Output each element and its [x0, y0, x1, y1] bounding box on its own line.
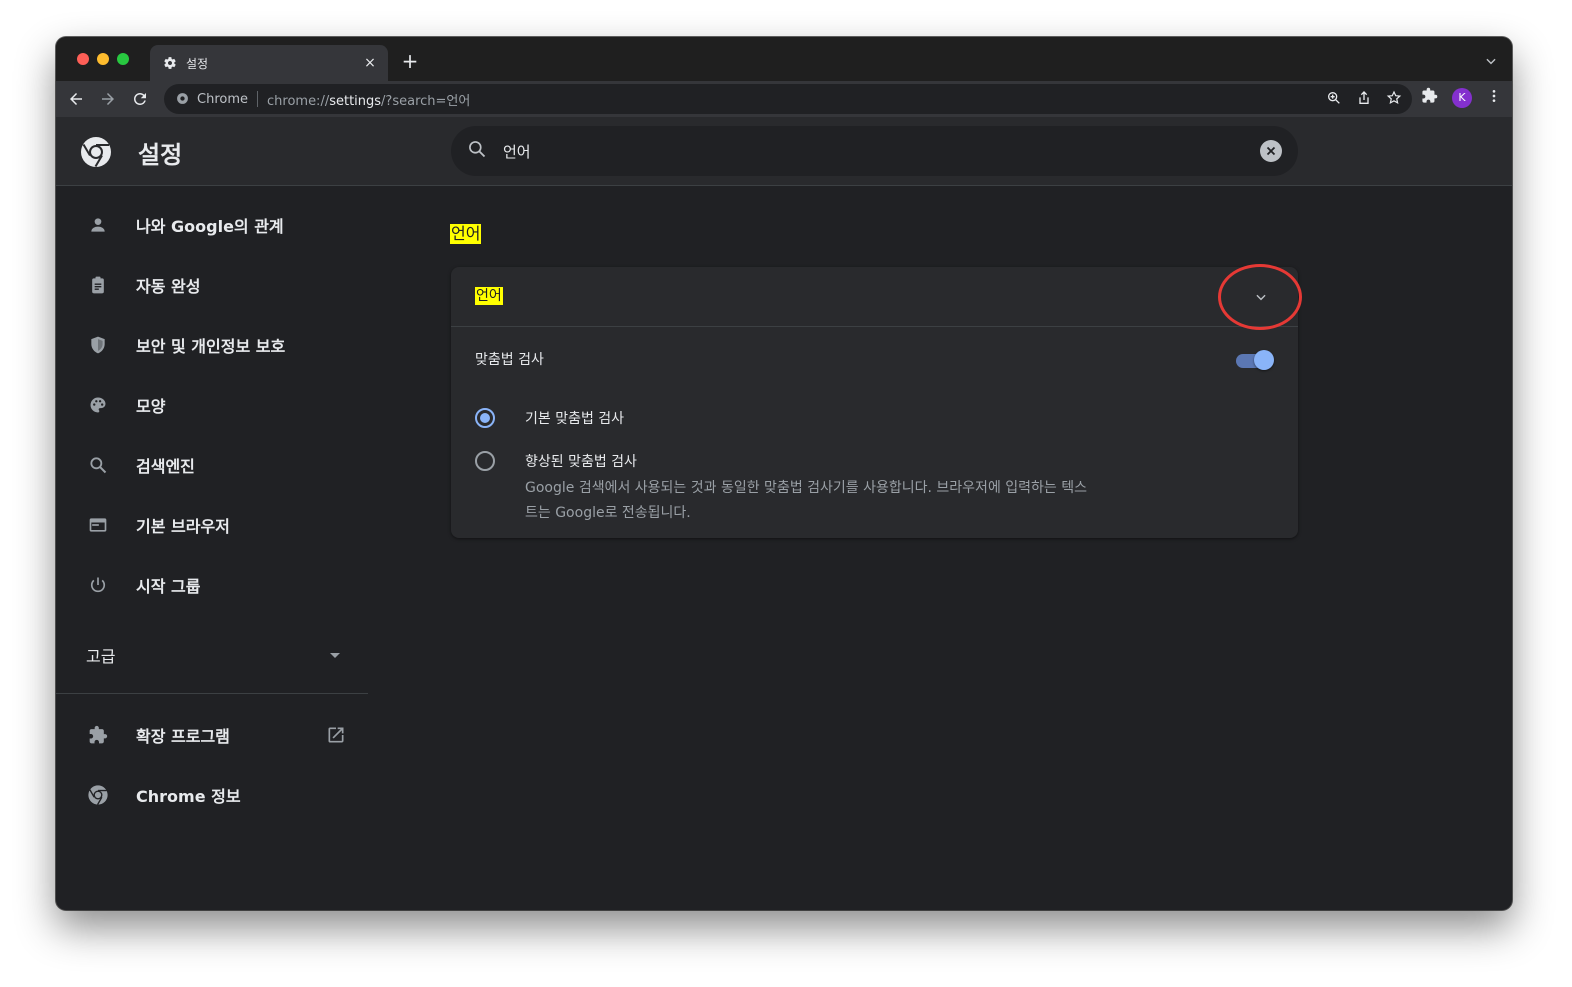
chrome-icon: [86, 783, 110, 807]
languages-row-label: 언어: [475, 287, 503, 305]
basic-spellcheck-radio[interactable]: [475, 408, 495, 428]
caret-down-icon[interactable]: [330, 653, 340, 658]
sidebar-item-privacy[interactable]: 보안 및 개인정보 보호: [56, 325, 368, 365]
clipboard-icon: [86, 273, 110, 297]
new-tab-button[interactable]: +: [398, 49, 422, 73]
sidebar-item-appearance[interactable]: 모양: [56, 385, 368, 425]
sidebar-item-on-startup[interactable]: 시작 그룹: [56, 565, 368, 605]
settings-search-input[interactable]: 언어: [451, 126, 1298, 176]
puzzle-icon: [86, 723, 110, 747]
omnibox-actions: [1326, 90, 1402, 110]
tab-settings[interactable]: 설정 ×: [150, 45, 388, 81]
annotation-circle: [1218, 264, 1302, 330]
gear-icon: [162, 55, 178, 71]
spellcheck-label: 맞춤법 검사: [475, 352, 544, 368]
search-icon: [467, 139, 487, 163]
basic-spellcheck-label: 기본 맞춤법 검사: [525, 411, 625, 427]
tab-search-button[interactable]: [1484, 53, 1498, 72]
toggle-knob: [1254, 350, 1274, 370]
tab-close-button[interactable]: ×: [362, 55, 378, 71]
sidebar-item-label: Chrome 정보: [136, 787, 241, 806]
star-icon[interactable]: [1386, 90, 1402, 110]
minimize-window-button[interactable]: [97, 53, 109, 65]
url-text: chrome://settings/?search=언어: [267, 93, 471, 109]
more-vert-icon[interactable]: [1486, 88, 1502, 108]
sidebar-item-label: 검색엔진: [136, 457, 195, 476]
tab-strip: 설정 × +: [56, 37, 1512, 81]
sidebar-divider: [56, 693, 368, 694]
address-bar[interactable]: Chrome chrome://settings/?search=언어: [164, 84, 1412, 114]
sidebar-item-extensions[interactable]: 확장 프로그램: [56, 715, 368, 755]
close-window-button[interactable]: [77, 53, 89, 65]
browser-icon: [86, 513, 110, 537]
open-in-new-icon: [326, 725, 346, 745]
chrome-logo-icon: [80, 136, 112, 168]
sidebar-item-label: 시작 그룹: [136, 577, 201, 596]
sidebar-item-label: 자동 완성: [136, 277, 201, 296]
sidebar-item-about-chrome[interactable]: Chrome 정보: [56, 775, 368, 815]
enhanced-spellcheck-radio[interactable]: [475, 451, 495, 471]
chrome-site-icon: [176, 90, 189, 109]
toolbar-extensions: K: [1421, 87, 1502, 108]
zoom-window-button[interactable]: [117, 53, 129, 65]
sidebar-item-label: 나와 Google의 관계: [136, 217, 284, 236]
settings-header: 설정 언어: [56, 117, 1512, 186]
languages-row[interactable]: 언어: [451, 264, 1302, 330]
page-title: 설정: [138, 141, 183, 169]
shield-icon: [86, 333, 110, 357]
omnibox-divider: [257, 91, 258, 107]
back-button[interactable]: [64, 87, 88, 111]
close-icon: [1266, 146, 1276, 156]
puzzle-icon[interactable]: [1421, 87, 1438, 108]
power-icon: [86, 573, 110, 597]
share-icon[interactable]: [1356, 90, 1372, 110]
arrow-right-icon: [102, 93, 114, 105]
enhanced-spellcheck-description: Google 검색에서 사용되는 것과 동일한 맞춤법 검사기를 사용합니다. …: [525, 480, 1087, 521]
browser-toolbar: Chrome chrome://settings/?search=언어 K: [56, 81, 1512, 117]
sidebar-item-you-and-google[interactable]: 나와 Google의 관계: [56, 205, 368, 245]
search-icon: [86, 453, 110, 477]
sidebar-item-label: 기본 브라우저: [136, 517, 230, 536]
languages-card: 언어 맞춤법 검사 기본 맞춤법 검사 향상된 맞춤법 검사 Google 검색…: [451, 264, 1302, 538]
sidebar-item-label: 보안 및 개인정보 보호: [136, 337, 286, 356]
reload-button[interactable]: [128, 87, 152, 111]
sidebar-item-search-engine[interactable]: 검색엔진: [56, 445, 368, 485]
enhanced-spellcheck-label: 향상된 맞춤법 검사: [525, 454, 637, 470]
forward-button[interactable]: [96, 87, 120, 111]
spellcheck-toggle[interactable]: [1234, 350, 1274, 370]
sidebar-item-autofill[interactable]: 자동 완성: [56, 265, 368, 305]
person-icon: [86, 213, 110, 237]
section-title: 언어: [450, 224, 482, 244]
arrow-left-icon: [70, 93, 82, 105]
sidebar-advanced[interactable]: 고급: [86, 643, 115, 667]
zoom-icon[interactable]: [1326, 90, 1342, 110]
tab-title: 설정: [186, 56, 209, 71]
clear-search-button[interactable]: [1260, 140, 1282, 162]
browser-window: 설정 × + Chrome chrome://settings/?search=…: [56, 37, 1512, 910]
reload-icon: [134, 93, 146, 105]
sidebar-item-default-browser[interactable]: 기본 브라우저: [56, 505, 368, 545]
sidebar-item-label: 확장 프로그램: [136, 727, 230, 746]
profile-avatar[interactable]: K: [1452, 87, 1472, 108]
palette-icon: [86, 393, 110, 417]
site-chip-label: Chrome: [197, 91, 248, 107]
search-query: 언어: [503, 142, 531, 161]
sidebar-item-label: 모양: [136, 397, 166, 416]
